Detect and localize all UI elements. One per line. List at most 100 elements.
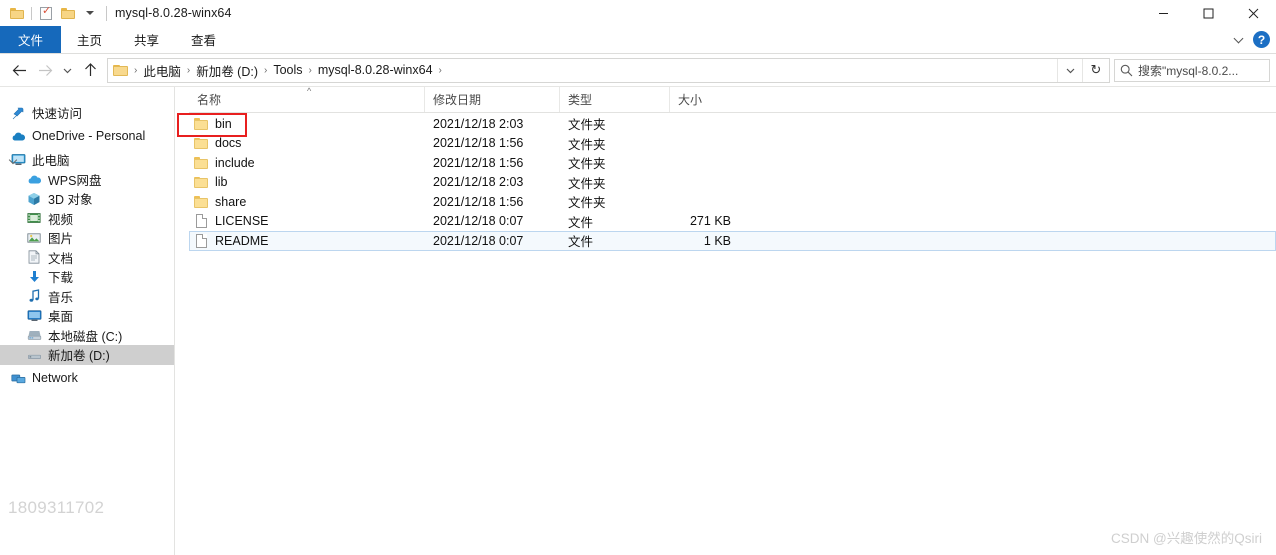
sidebar-item-onedrive[interactable]: OneDrive - Personal [0, 127, 174, 147]
sidebar-item-music[interactable]: 音乐 [0, 287, 174, 307]
tab-share[interactable]: 共享 [118, 26, 175, 53]
breadcrumb-separator: › [134, 64, 138, 76]
sidebar-item-documents[interactable]: 文档 [0, 248, 174, 268]
file-date: 2021/12/18 0:07 [433, 233, 524, 248]
sidebar-item-label: 快速访问 [32, 107, 83, 122]
column-header-label: 大小 [678, 93, 703, 107]
sidebar-item-this-pc[interactable]: 此电脑 [0, 150, 174, 170]
table-row[interactable]: docs 2021/12/18 1:56 文件夹 [189, 134, 1276, 154]
sidebar-item-network[interactable]: Network [0, 369, 174, 389]
sidebar-item-label: 本地磁盘 (C:) [48, 329, 123, 344]
title-bar: mysql-8.0.28-winx64 [0, 0, 1276, 26]
breadcrumb-separator: › [438, 64, 442, 76]
sidebar-item-label: 文档 [48, 251, 74, 266]
chevron-down-icon[interactable] [1235, 35, 1244, 44]
sidebar-item-label: 视频 [48, 212, 74, 227]
explorer-body: 快速访问 OneDrive - Personal 此电脑 WPS网盘 3D 对象… [0, 87, 1276, 555]
file-type: 文件夹 [568, 118, 606, 133]
file-name: share [215, 194, 247, 209]
column-header-name[interactable]: 名称 ^ [189, 87, 424, 112]
column-header-size[interactable]: 大小 [669, 87, 736, 112]
file-rows: bin 2021/12/18 2:03 文件夹 docs 2021/12/18 … [189, 113, 1276, 251]
tab-file[interactable]: 文件 [0, 26, 62, 53]
file-date: 2021/12/18 0:07 [433, 214, 524, 229]
refresh-icon[interactable]: ↻ [1082, 58, 1109, 82]
table-row[interactable]: bin 2021/12/18 2:03 文件夹 [189, 114, 1276, 134]
picture-icon [26, 230, 42, 246]
sidebar-item-label: 音乐 [48, 290, 74, 305]
breadcrumb: › 此电脑 › 新加卷 (D:) › Tools › mysql-8.0.28-… [108, 61, 1057, 80]
chevron-down-icon[interactable] [1057, 58, 1082, 82]
download-icon [26, 269, 42, 285]
file-name: docs [215, 136, 242, 151]
window-title: mysql-8.0.28-winx64 [115, 6, 232, 20]
file-explorer-window: mysql-8.0.28-winx64 文件 主页 共享 查看 ? [0, 0, 1276, 555]
sidebar-item-label: OneDrive - Personal [32, 129, 146, 144]
search-placeholder: 搜索"mysql-8.0.2... [1138, 63, 1239, 78]
sidebar-item-local-disk-c[interactable]: 本地磁盘 (C:) [0, 326, 174, 346]
close-icon[interactable] [1231, 0, 1276, 26]
sidebar-item-downloads[interactable]: 下载 [0, 267, 174, 287]
sidebar-item-desktop[interactable]: 桌面 [0, 306, 174, 326]
sidebar-item-pictures[interactable]: 图片 [0, 228, 174, 248]
column-header-label: 类型 [568, 93, 593, 107]
forward-button[interactable] [32, 57, 58, 83]
new-folder-icon[interactable] [57, 2, 79, 24]
file-name: README [215, 233, 269, 248]
table-row[interactable]: LICENSE 2021/12/18 0:07 文件 271 KB [189, 212, 1276, 232]
sidebar-item-label: WPS网盘 [48, 173, 102, 188]
minimize-icon[interactable] [1141, 0, 1186, 26]
table-row[interactable]: README 2021/12/18 0:07 文件 1 KB [189, 231, 1276, 251]
network-icon [10, 370, 26, 386]
file-name: bin [215, 116, 232, 131]
breadcrumb-bar[interactable]: › 此电脑 › 新加卷 (D:) › Tools › mysql-8.0.28-… [107, 57, 1110, 83]
breadcrumb-separator: › [186, 64, 191, 76]
sidebar-item-label: 新加卷 (D:) [48, 349, 110, 364]
file-size: 271 KB [689, 214, 731, 229]
search-input[interactable]: 搜索"mysql-8.0.2... [1114, 58, 1270, 82]
ribbon-actions: ? [1235, 26, 1270, 53]
column-header-date-modified[interactable]: 修改日期 [424, 87, 559, 112]
tab-home[interactable]: 主页 [61, 26, 118, 53]
maximize-icon[interactable] [1186, 0, 1231, 26]
table-row[interactable]: lib 2021/12/18 2:03 文件夹 [189, 173, 1276, 193]
table-row[interactable]: share 2021/12/18 1:56 文件夹 [189, 192, 1276, 212]
table-row[interactable]: include 2021/12/18 1:56 文件夹 [189, 153, 1276, 173]
quick-access-toolbar [0, 2, 101, 24]
breadcrumb-item-drive-d[interactable]: 新加卷 (D:) [193, 61, 261, 80]
video-icon [26, 210, 42, 226]
up-button[interactable] [77, 57, 103, 83]
breadcrumb-separator: › [308, 64, 312, 76]
sidebar-item-label: 下载 [48, 271, 74, 286]
help-icon[interactable]: ? [1253, 31, 1270, 48]
properties-checkbox-icon[interactable] [35, 2, 57, 24]
column-header-type[interactable]: 类型 [559, 87, 669, 112]
folder-icon[interactable] [6, 2, 28, 24]
back-button[interactable] [6, 57, 32, 83]
chevron-expanded-icon[interactable] [10, 156, 18, 164]
tab-view[interactable]: 查看 [175, 26, 232, 53]
sidebar-item-3d-objects[interactable]: 3D 对象 [0, 189, 174, 209]
sidebar-item-new-volume-d[interactable]: 新加卷 (D:) [0, 345, 174, 365]
breadcrumb-item-mysql[interactable]: mysql-8.0.28-winx64 [315, 63, 436, 77]
column-headers: 名称 ^ 修改日期 类型 大小 [189, 87, 1276, 113]
document-icon [26, 249, 42, 265]
sidebar-item-videos[interactable]: 视频 [0, 209, 174, 229]
file-size: 1 KB [703, 233, 731, 248]
navigation-pane: 快速访问 OneDrive - Personal 此电脑 WPS网盘 3D 对象… [0, 87, 175, 555]
cube-icon [26, 191, 42, 207]
breadcrumb-item-this-pc[interactable]: 此电脑 [140, 61, 184, 80]
search-icon [1120, 64, 1133, 77]
breadcrumb-item-tools[interactable]: Tools [270, 63, 305, 77]
sidebar-item-quick-access[interactable]: 快速访问 [0, 103, 174, 123]
folder-icon [192, 157, 210, 169]
title-divider [106, 5, 107, 21]
desktop-icon [26, 308, 42, 324]
watermark-left: 1809311702 [8, 498, 105, 517]
file-type: 文件 [568, 215, 594, 230]
folder-icon [192, 137, 210, 150]
recent-locations-button[interactable] [58, 57, 77, 83]
sidebar-item-wps-drive[interactable]: WPS网盘 [0, 170, 174, 190]
caret-down-icon[interactable] [79, 2, 101, 24]
address-bar: › 此电脑 › 新加卷 (D:) › Tools › mysql-8.0.28-… [0, 54, 1276, 87]
